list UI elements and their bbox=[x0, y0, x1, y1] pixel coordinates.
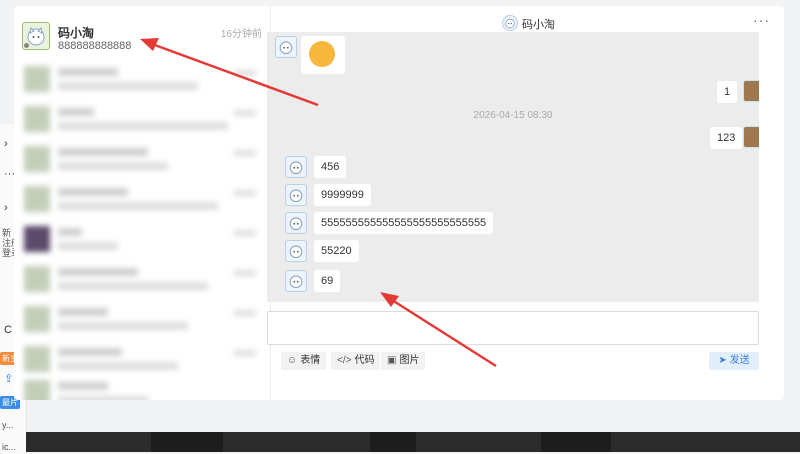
self-avatar[interactable] bbox=[743, 80, 759, 102]
contact-list: 码小淘 888888888888 16分钟前 bbox=[14, 6, 271, 400]
contact-item-active[interactable]: 码小淘 888888888888 16分钟前 bbox=[22, 16, 262, 54]
contact-item[interactable] bbox=[22, 102, 262, 136]
side-text: y... bbox=[2, 420, 14, 430]
code-icon: </> bbox=[337, 355, 352, 366]
contact-item[interactable] bbox=[22, 62, 262, 96]
code-button[interactable]: </> 代码 bbox=[331, 352, 381, 370]
chat-header-avatar bbox=[502, 15, 518, 31]
send-button[interactable]: ➤ 发送 bbox=[709, 352, 759, 370]
cat-avatar-icon bbox=[505, 18, 515, 29]
cat-avatar-icon bbox=[289, 275, 303, 289]
peer-avatar[interactable] bbox=[285, 156, 307, 178]
image-icon: ▣ bbox=[387, 355, 397, 366]
sticker-message[interactable] bbox=[301, 36, 345, 74]
message-bubble-peer[interactable]: 9999999 bbox=[314, 184, 371, 206]
contact-item[interactable] bbox=[22, 222, 262, 256]
code-label: 代码 bbox=[354, 355, 375, 366]
cat-avatar-icon bbox=[289, 161, 303, 175]
peer-avatar[interactable] bbox=[285, 240, 307, 262]
send-icon: ➤ bbox=[718, 355, 730, 366]
contact-item[interactable] bbox=[22, 342, 262, 376]
emoji-label: 表情 bbox=[300, 355, 321, 366]
contact-name: 码小淘 bbox=[58, 26, 95, 40]
side-text: ic... bbox=[2, 442, 17, 452]
message-bubble-peer[interactable]: 456 bbox=[314, 156, 347, 178]
send-label: 发送 bbox=[729, 355, 750, 366]
side-text: 新 bbox=[2, 228, 12, 238]
chevron-right-icon[interactable]: › bbox=[4, 202, 8, 214]
message-input[interactable] bbox=[267, 311, 759, 345]
peer-avatar[interactable] bbox=[275, 36, 297, 58]
message-bubble-self[interactable]: 123 bbox=[710, 127, 743, 149]
image-label: 图片 bbox=[399, 355, 420, 366]
share-icon[interactable]: ⇪ bbox=[4, 372, 13, 385]
image-button[interactable]: ▣ 图片 bbox=[381, 352, 426, 370]
chat-title: 码小淘 bbox=[522, 19, 555, 31]
cat-avatar-icon bbox=[289, 189, 303, 203]
peer-avatar[interactable] bbox=[285, 184, 307, 206]
refresh-icon[interactable]: C bbox=[4, 324, 12, 336]
cat-avatar-icon bbox=[289, 217, 303, 231]
contact-last-message: 888888888888 bbox=[58, 40, 132, 52]
message-bubble-peer[interactable]: 69 bbox=[314, 270, 341, 292]
peer-avatar[interactable] bbox=[285, 212, 307, 234]
status-dot bbox=[24, 43, 29, 48]
cat-avatar-icon bbox=[279, 41, 293, 55]
more-dots-icon[interactable]: ··· bbox=[753, 12, 770, 28]
contact-item[interactable] bbox=[22, 182, 262, 216]
chevron-right-icon[interactable]: › bbox=[4, 138, 8, 150]
message-list[interactable]: 1 2026-04-15 08:30 123 456 9999999 55555… bbox=[267, 32, 759, 302]
cat-avatar-icon bbox=[289, 245, 303, 259]
message-bubble-peer[interactable]: 555555555555555555555555555 bbox=[314, 212, 494, 234]
contact-item[interactable] bbox=[22, 142, 262, 176]
contact-item[interactable] bbox=[22, 302, 262, 336]
contact-item[interactable] bbox=[22, 376, 262, 400]
message-timestamp: 2026-04-15 08:30 bbox=[473, 110, 553, 121]
peer-avatar[interactable] bbox=[285, 270, 307, 292]
laughing-emoji-icon bbox=[309, 41, 335, 67]
contact-time: 16分钟前 bbox=[220, 29, 262, 40]
contact-item[interactable] bbox=[22, 262, 262, 296]
message-bubble-peer[interactable]: 55220 bbox=[314, 240, 359, 262]
smile-icon: ☺ bbox=[287, 355, 298, 366]
emoji-button[interactable]: ☺ 表情 bbox=[281, 352, 327, 370]
self-avatar[interactable] bbox=[743, 126, 759, 148]
message-bubble-self[interactable]: 1 bbox=[717, 81, 738, 103]
bottom-bar bbox=[26, 432, 800, 452]
